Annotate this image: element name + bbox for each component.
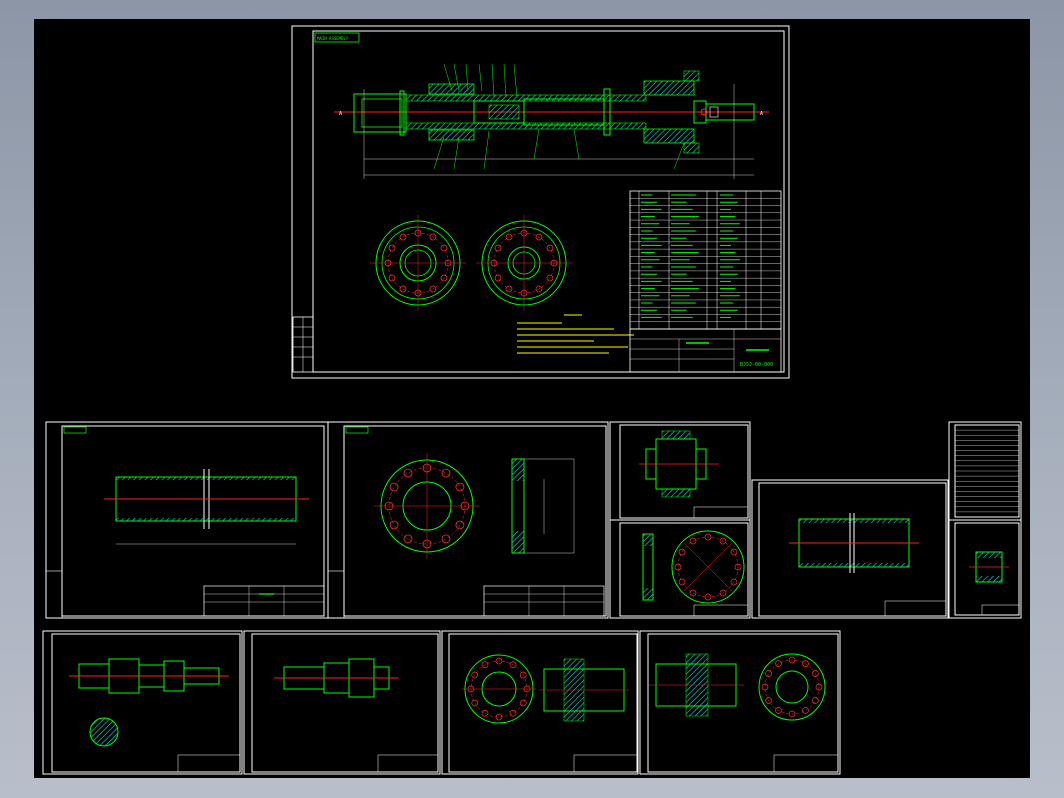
bolt-hole bbox=[441, 468, 451, 478]
drawing-canvas[interactable]: MAIN ASSEMBLY A A BJSJ-00-000 bbox=[34, 19, 1030, 778]
bolt-hole bbox=[403, 534, 413, 544]
flange-view-left bbox=[370, 215, 466, 311]
sheet-subassembly[interactable] bbox=[609, 421, 751, 521]
sheet-main-assembly[interactable]: MAIN ASSEMBLY A A BJSJ-00-000 bbox=[291, 25, 790, 379]
bolt-hole bbox=[802, 707, 809, 714]
bill-of-materials bbox=[629, 190, 782, 330]
section-mark: A bbox=[760, 111, 763, 117]
bolt-hole bbox=[455, 520, 465, 530]
bolt-hole bbox=[388, 244, 396, 252]
sheet-bushing[interactable] bbox=[948, 519, 1022, 619]
main-cylinder-view: A A bbox=[334, 63, 769, 179]
bolt-hole bbox=[519, 699, 527, 707]
bolt-hole bbox=[678, 548, 686, 556]
bolt-hole bbox=[471, 699, 479, 707]
sheet-flange-assembly-2[interactable] bbox=[639, 630, 841, 775]
bolt-hole bbox=[509, 709, 517, 717]
sheet-parts-list[interactable] bbox=[948, 421, 1022, 521]
sheet-shaft-2[interactable] bbox=[243, 630, 441, 775]
sheet-flange-assembly[interactable] bbox=[441, 630, 639, 775]
bolt-hole bbox=[403, 468, 413, 478]
sheet-ring-plate[interactable] bbox=[609, 519, 751, 619]
bolt-hole bbox=[812, 697, 819, 704]
bolt-hole bbox=[765, 670, 772, 677]
bolt-hole bbox=[812, 670, 819, 677]
bolt-hole bbox=[389, 482, 399, 492]
bolt-hole bbox=[389, 520, 399, 530]
bolt-hole bbox=[441, 534, 451, 544]
title-block: BJSJ-00-000 bbox=[629, 328, 782, 373]
technical-notes bbox=[517, 314, 634, 354]
bolt-hole bbox=[494, 274, 502, 282]
sheet-tube[interactable] bbox=[45, 421, 329, 619]
bolt-hole bbox=[388, 274, 396, 282]
sheet-tube-2[interactable] bbox=[751, 479, 949, 619]
sheet-tag: MAIN ASSEMBLY bbox=[317, 36, 349, 41]
section-mark: A bbox=[339, 111, 342, 117]
bolt-hole bbox=[455, 482, 465, 492]
bolt-hole bbox=[494, 244, 502, 252]
flange-view-right bbox=[476, 215, 572, 311]
cad-drawing[interactable]: MAIN ASSEMBLY A A BJSJ-00-000 bbox=[34, 19, 1030, 778]
bolt-hole bbox=[481, 709, 489, 717]
drawing-number: BJSJ-00-000 bbox=[740, 362, 773, 368]
sheet-flange[interactable] bbox=[327, 421, 609, 619]
sheet-shaft[interactable] bbox=[42, 630, 243, 775]
bolt-hole bbox=[678, 578, 686, 586]
